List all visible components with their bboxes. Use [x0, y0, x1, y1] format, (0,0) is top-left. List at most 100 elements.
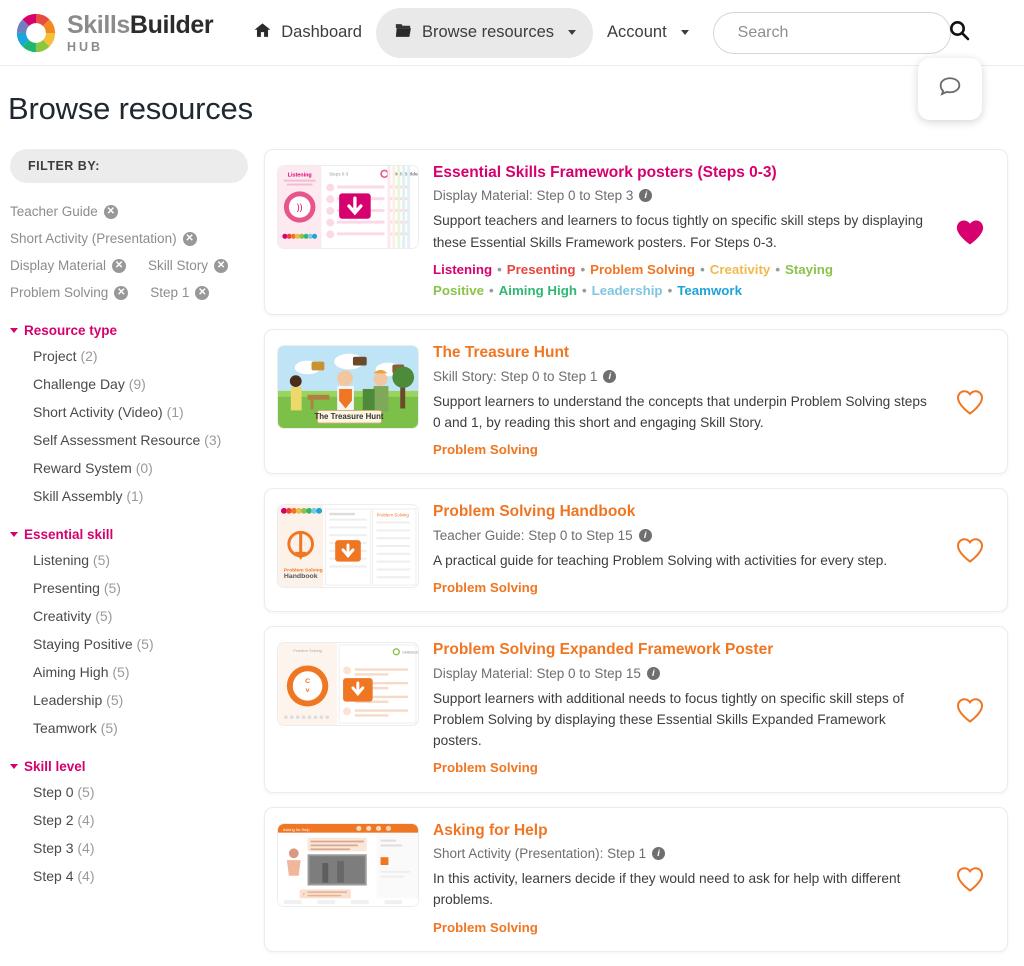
resource-title[interactable]: The Treasure Hunt [433, 343, 937, 362]
active-filter-chip[interactable]: Display Material ✕ [10, 252, 127, 279]
active-filter-chip[interactable]: Short Activity (Presentation) ✕ [10, 225, 197, 252]
search-icon[interactable] [947, 18, 971, 47]
favourite-icon-outline[interactable] [955, 865, 985, 893]
skill-tag[interactable]: Listening [433, 262, 492, 277]
facet-option[interactable]: Creativity (5) [10, 602, 248, 630]
nav-account[interactable]: Account [597, 10, 699, 55]
search-input[interactable] [735, 22, 947, 43]
facet-option[interactable]: Listening (5) [10, 546, 248, 574]
resource-title[interactable]: Essential Skills Framework posters (Step… [433, 163, 937, 182]
remove-filter-icon[interactable]: ✕ [103, 204, 118, 219]
skill-tag[interactable]: Aiming High [499, 283, 577, 298]
info-icon[interactable]: i [646, 666, 660, 680]
active-filter-chip-label: Problem Solving [10, 285, 109, 300]
colored-ring-logo-icon [14, 11, 58, 55]
facet-option-label: Leadership [33, 692, 103, 708]
facet-option-count: (4) [73, 840, 95, 856]
resource-thumbnail[interactable]: Asking for Help ? [277, 822, 419, 907]
facet-group: Essential skill Listening (5) Presenting (… [10, 527, 248, 742]
facet-option-label: Presenting [33, 580, 100, 596]
resource-card-body: Problem Solving Handbook Teacher Guide: S… [433, 502, 993, 598]
skill-tag[interactable]: Problem Solving [433, 760, 538, 775]
info-icon[interactable]: i [638, 528, 652, 542]
info-icon[interactable]: i [603, 369, 617, 383]
facet-option[interactable]: Self Assessment Resource (3) [10, 426, 248, 454]
facet-option[interactable]: Short Activity (Video) (1) [10, 398, 248, 426]
resource-card[interactable]: Asking for Help ? Asking for Help Short A… [264, 806, 1008, 952]
facet-option[interactable]: Step 0 (5) [10, 778, 248, 806]
resource-title[interactable]: Asking for Help [433, 821, 937, 840]
facet-option[interactable]: Skill Assembly (1) [10, 482, 248, 510]
facet-option[interactable]: Aiming High (5) [10, 658, 248, 686]
favourite-icon-outline[interactable] [955, 536, 985, 564]
facet-option-label: Staying Positive [33, 636, 133, 652]
skill-tag[interactable]: Teamwork [677, 283, 742, 298]
skill-tag[interactable]: Problem Solving [433, 442, 538, 457]
resource-card[interactable]: The Treasure Hunt The Treasure Hunt Skill… [264, 329, 1008, 475]
skill-tag[interactable]: Problem Solving [590, 262, 695, 277]
facet-option[interactable]: Reward System (0) [10, 454, 248, 482]
active-filter-chip[interactable]: Problem Solving ✕ [10, 279, 129, 306]
facet-option-label: Aiming High [33, 664, 109, 680]
remove-filter-icon[interactable]: ✕ [195, 285, 210, 300]
svg-text:Asking for Help: Asking for Help [283, 827, 310, 832]
resource-thumbnail[interactable]: The Treasure Hunt [277, 345, 419, 430]
nav-browse-resources[interactable]: Browse resources [375, 7, 594, 58]
facet-option[interactable]: Step 4 (4) [10, 862, 248, 890]
page-layout: FILTER BY: Teacher Guide ✕ Short Activity … [0, 127, 1024, 966]
nav-dashboard[interactable]: Dashboard [243, 8, 372, 58]
resource-thumbnail[interactable]: Listening )) Steps 0-3 SkillsBuilder [277, 165, 419, 249]
svg-text:SkillsBuilder: SkillsBuilder [402, 650, 418, 655]
resource-thumbnail[interactable]: Problem Solving C v SkillsBuilder [277, 642, 419, 727]
skill-tag[interactable]: Problem Solving [433, 580, 538, 595]
facet-title-toggle[interactable]: Resource type [10, 323, 248, 338]
active-filter-chip[interactable]: Teacher Guide ✕ [10, 198, 118, 225]
active-filter-chip[interactable]: Skill Story ✕ [148, 252, 229, 279]
remove-filter-icon[interactable]: ✕ [114, 285, 129, 300]
resource-description: Support teachers and learners to focus t… [433, 213, 923, 250]
skill-tag[interactable]: Leadership [592, 283, 663, 298]
svg-text:v: v [306, 687, 310, 694]
resource-card[interactable]: Problem Solving C v SkillsBuilder Proble… [264, 626, 1008, 793]
facet-option-label: Step 3 [33, 840, 74, 856]
favourite-icon-outline[interactable] [955, 696, 985, 724]
remove-filter-icon[interactable]: ✕ [214, 258, 229, 273]
remove-filter-icon[interactable]: ✕ [112, 258, 127, 273]
resource-meta: Teacher Guide: Step 0 to Step 15 i [433, 528, 937, 543]
main-nav: Dashboard Browse resources Account [243, 7, 699, 58]
resource-title[interactable]: Problem Solving Handbook [433, 502, 937, 521]
svg-text:Handbook: Handbook [284, 574, 318, 581]
facet-option-label: Step 2 [33, 812, 74, 828]
info-icon[interactable]: i [639, 189, 653, 203]
remove-filter-icon[interactable]: ✕ [182, 231, 197, 246]
resource-thumbnail[interactable]: Problem Solving Handbook Problem Solving [277, 504, 419, 589]
facet-title-toggle[interactable]: Skill level [10, 759, 248, 774]
skill-tag[interactable]: Presenting [507, 262, 576, 277]
facet-option[interactable]: Teamwork (5) [10, 714, 248, 742]
active-filter-chip-label: Display Material [10, 258, 107, 273]
info-icon[interactable]: i [652, 847, 666, 861]
facet-title-toggle[interactable]: Essential skill [10, 527, 248, 542]
facet-option[interactable]: Step 2 (4) [10, 806, 248, 834]
brand-logo-link[interactable]: SkillsBuilder HUB [14, 11, 214, 55]
resource-card[interactable]: Listening )) Steps 0-3 SkillsBuilder Ess… [264, 149, 1008, 316]
facet-option[interactable]: Staying Positive (5) [10, 630, 248, 658]
search-box[interactable] [712, 11, 969, 54]
facet-option[interactable]: Step 3 (4) [10, 834, 248, 862]
active-filter-chip[interactable]: Step 1 ✕ [150, 279, 210, 306]
facet-option[interactable]: Leadership (5) [10, 686, 248, 714]
favourite-icon-filled[interactable] [955, 218, 985, 246]
facet-option[interactable]: Presenting (5) [10, 574, 248, 602]
resource-skill-tags: Problem Solving [433, 439, 937, 460]
favourite-icon-outline[interactable] [955, 388, 985, 416]
skill-tag[interactable]: Creativity [710, 262, 771, 277]
facet-option[interactable]: Challenge Day (9) [10, 370, 248, 398]
chevron-down-icon [10, 764, 18, 769]
chat-bubble-button[interactable] [918, 58, 982, 120]
resource-card[interactable]: Problem Solving Handbook Problem Solving… [264, 488, 1008, 613]
facet-option[interactable]: Project (2) [10, 342, 248, 370]
skill-separator-dot: • [775, 261, 780, 277]
resource-title[interactable]: Problem Solving Expanded Framework Poste… [433, 640, 937, 659]
skill-tag[interactable]: Problem Solving [433, 920, 538, 935]
svg-text:Problem Solving: Problem Solving [293, 648, 322, 653]
